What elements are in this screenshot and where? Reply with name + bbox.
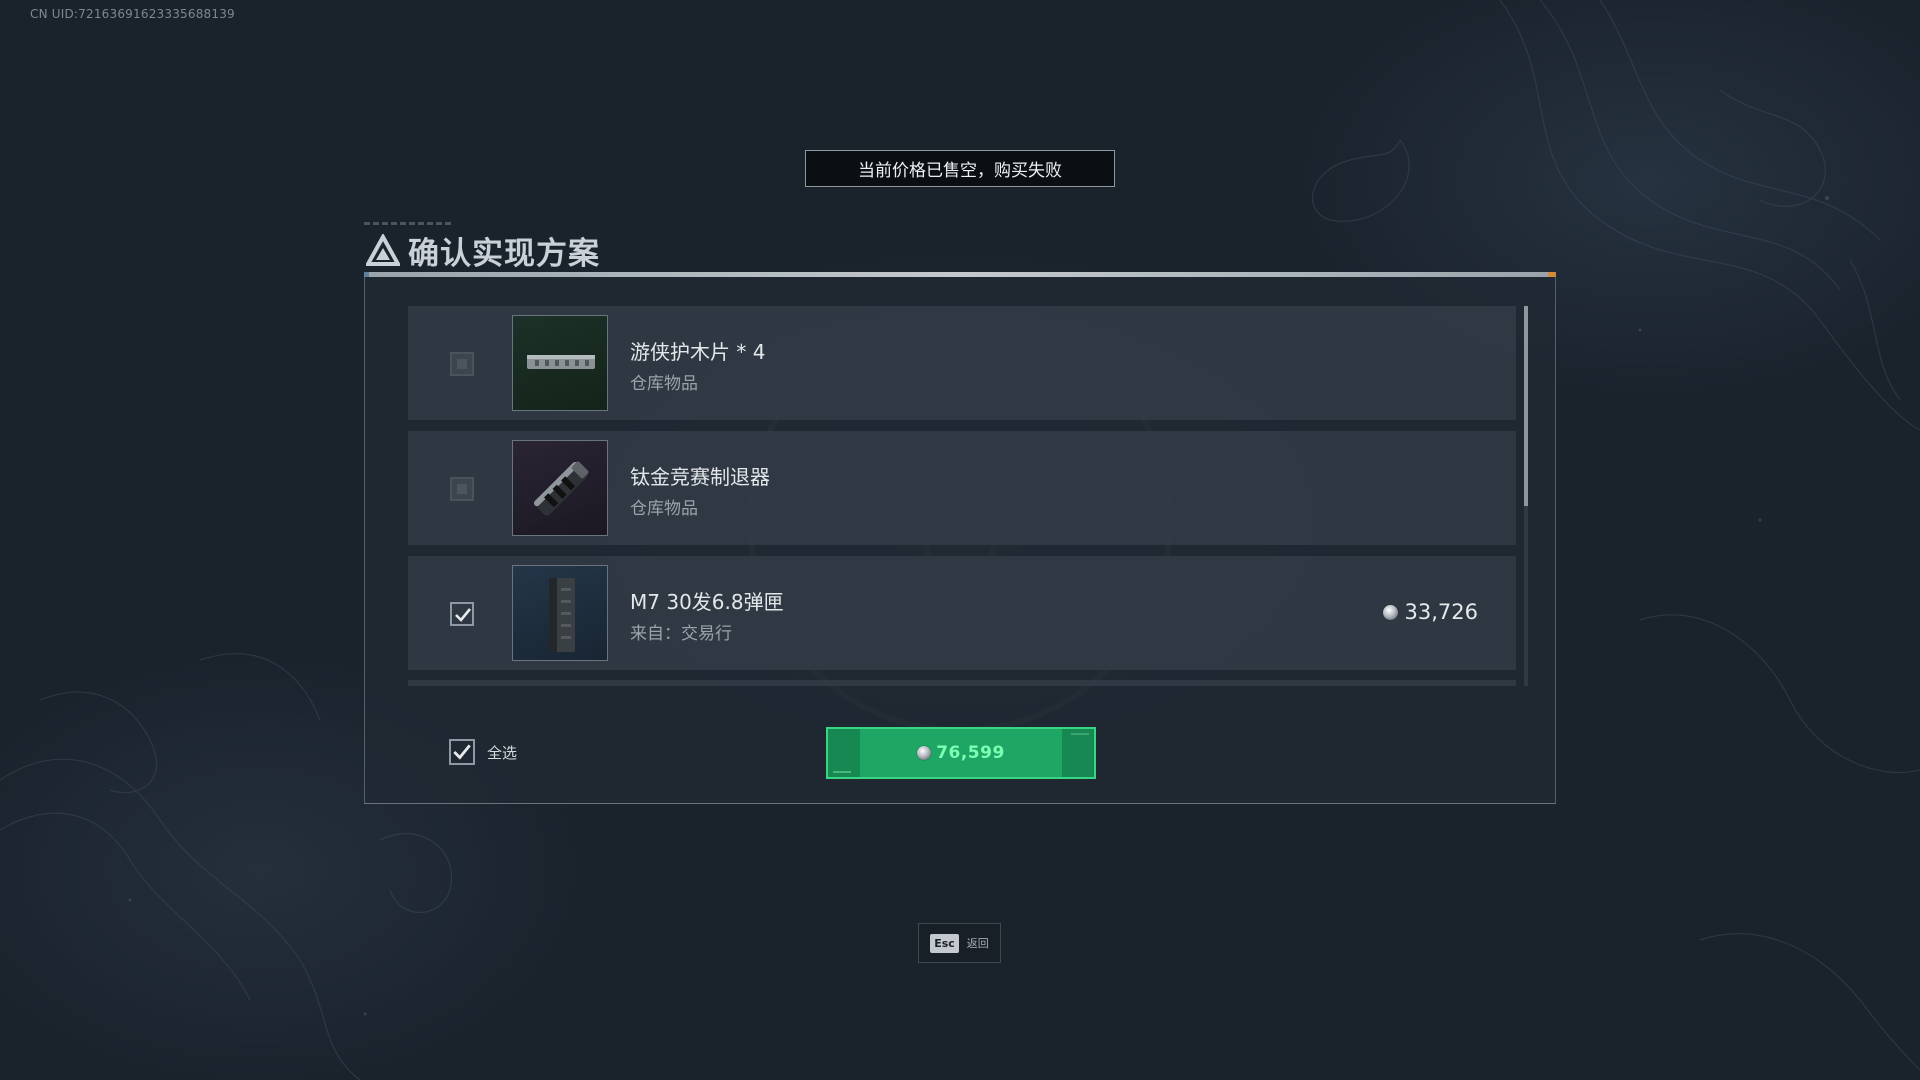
item-source: 仓库物品 [630, 374, 698, 394]
confirm-plan-panel: 游侠护木片 * 4 仓库物品 钛金竞赛制退器 仓库物品 M7 30发6.8弹匣 … [364, 272, 1556, 804]
item-checkbox[interactable] [450, 352, 474, 376]
coin-icon [1382, 604, 1398, 620]
item-price: 33,726 [1382, 600, 1478, 624]
dialog-title: 确认实现方案 [364, 222, 600, 273]
title-decoration [364, 222, 454, 225]
dialog-title-text: 确认实现方案 [408, 236, 600, 272]
coin-icon [917, 746, 932, 760]
muzzle-brake-icon [533, 461, 589, 516]
select-all-checkbox[interactable] [449, 739, 475, 765]
esc-key-badge: Esc [930, 933, 959, 953]
item-source: 来自：交易行 [630, 624, 732, 644]
list-item[interactable]: 游侠护木片 * 4 仓库物品 [408, 306, 1516, 420]
buy-button[interactable]: 76,599 [826, 727, 1096, 779]
item-list[interactable]: 游侠护木片 * 4 仓库物品 钛金竞赛制退器 仓库物品 M7 30发6.8弹匣 … [408, 306, 1516, 686]
select-all-label[interactable]: 全选 [487, 742, 517, 763]
purchase-failed-toast: 当前价格已售空，购买失败 [805, 150, 1115, 187]
handguard-icon [527, 355, 595, 369]
check-icon [453, 744, 471, 760]
list-item-partial [408, 680, 1516, 686]
list-item[interactable]: 钛金竞赛制退器 仓库物品 [408, 431, 1516, 545]
item-thumbnail [512, 440, 608, 536]
item-checkbox[interactable] [450, 602, 474, 626]
magazine-icon [549, 578, 575, 652]
list-item[interactable]: M7 30发6.8弹匣 来自：交易行 33,726 [408, 556, 1516, 670]
esc-back-button[interactable]: Esc 返回 [918, 923, 1001, 963]
total-price: 76,599 [936, 743, 1005, 763]
scrollbar-thumb[interactable] [1524, 306, 1528, 506]
triangle-logo-icon [366, 233, 400, 266]
item-name: 游侠护木片 * 4 [630, 340, 766, 364]
item-name: M7 30发6.8弹匣 [630, 590, 784, 614]
check-icon [455, 608, 472, 622]
panel-top-bar [364, 272, 1556, 277]
item-thumbnail [512, 315, 608, 411]
item-name: 钛金竞赛制退器 [630, 465, 770, 489]
item-thumbnail [512, 565, 608, 661]
item-price-value: 33,726 [1404, 600, 1478, 624]
list-scrollbar[interactable] [1524, 306, 1528, 686]
item-source: 仓库物品 [630, 499, 698, 519]
back-label: 返回 [966, 937, 989, 950]
user-uid-label: CN UID:72163691623335688139 [30, 7, 235, 21]
item-checkbox[interactable] [450, 477, 474, 501]
